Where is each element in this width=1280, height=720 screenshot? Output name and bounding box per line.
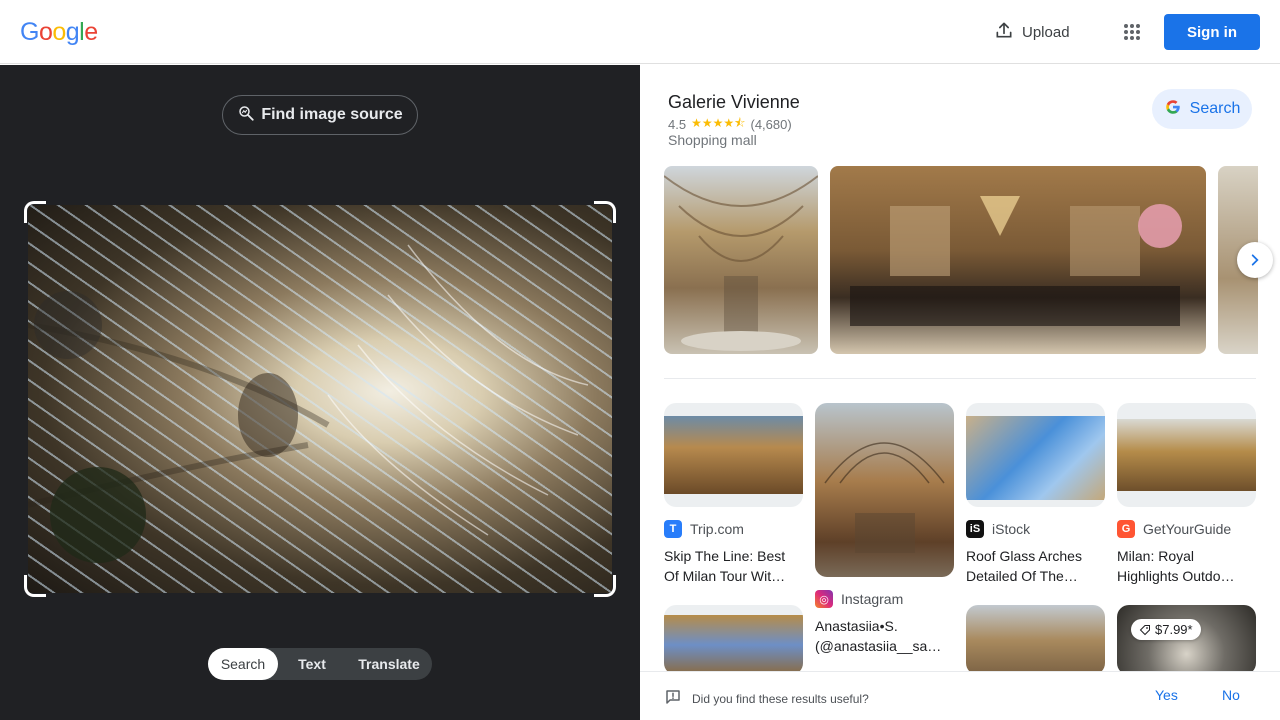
result-source: ◎ Instagram [815,590,954,608]
visual-match-card[interactable]: $7.99* [1117,605,1256,675]
find-image-source-button[interactable]: Find image source [222,95,418,135]
title-line: Detailed Of The… [966,568,1078,584]
sign-in-button[interactable]: Sign in [1164,14,1260,50]
title-line: (@anastasiia__sa… [815,638,942,654]
next-photos-button[interactable] [1237,242,1273,278]
place-photo[interactable] [664,166,818,354]
istock-favicon-icon: iS [966,520,984,538]
feedback-no-button[interactable]: No [1222,687,1240,703]
apps-grid-icon[interactable] [1114,14,1150,50]
feedback-icon [664,688,682,709]
visual-match-card[interactable]: iS iStock Roof Glass Arches Detailed Of … [966,403,1105,586]
price-text: $7.99* [1155,622,1193,637]
source-name: Instagram [841,591,904,607]
source-name: Trip.com [690,521,744,537]
results-panel: Galerie Vivienne 4.5 ★★★★⯪ (4,680) Shopp… [640,65,1280,720]
crop-selection[interactable] [24,201,616,597]
google-g-icon [1164,98,1182,121]
logo-letter: o [38,18,53,46]
crop-corner-handle[interactable] [24,201,46,223]
title-line: Of Milan Tour Wit… [664,568,786,584]
result-thumbnail [664,403,803,507]
instagram-favicon-icon: ◎ [815,590,833,608]
visual-match-card[interactable]: ◎ Instagram Anastasiia•S. (@anastasiia__… [815,403,954,656]
mode-switcher: Search Text Translate [208,648,432,680]
upload-button[interactable]: Upload [984,14,1080,50]
result-title: Skip The Line: Best Of Milan Tour Wit… [664,546,803,586]
uploaded-photo [28,205,612,593]
result-thumbnail [664,605,803,675]
tab-text[interactable]: Text [278,648,346,680]
feedback-question-text: Did you find these results useful? [692,691,869,706]
feedback-yes-button[interactable]: Yes [1155,687,1178,703]
result-thumbnail [966,605,1105,675]
price-badge: $7.99* [1131,619,1201,640]
chevron-right-icon [1251,254,1259,266]
logo-letter: o [52,18,66,46]
feedback-question: Did you find these results useful? [664,688,869,709]
rating-value: 4.5 [668,117,687,132]
upload-label: Upload [1022,23,1070,41]
result-thumbnail [815,403,954,577]
title-line: Roof Glass Arches [966,548,1082,564]
result-thumbnail: $7.99* [1117,605,1256,675]
crop-corner-handle[interactable] [594,201,616,223]
title-line: Highlights Outdo… [1117,568,1235,584]
title-line: Skip The Line: Best [664,548,786,564]
trip-favicon-icon: T [664,520,682,538]
visual-match-card[interactable] [664,605,803,675]
visual-match-card[interactable]: T Trip.com Skip The Line: Best Of Milan … [664,403,803,586]
google-logo[interactable]: Google [20,18,98,47]
crop-corner-handle[interactable] [594,575,616,597]
logo-letter: g [65,18,80,46]
result-title: Anastasiia•S. (@anastasiia__sa… [815,616,954,656]
result-source: G GetYourGuide [1117,520,1256,538]
source-name: GetYourGuide [1143,521,1232,537]
logo-letter: G [20,18,39,46]
result-source: T Trip.com [664,520,803,538]
google-search-label: Search [1189,100,1241,117]
image-search-icon [237,104,255,127]
tab-translate[interactable]: Translate [346,648,432,680]
result-title: Roof Glass Arches Detailed Of The… [966,546,1105,586]
feedback-bar: Did you find these results useful? Yes N… [640,671,1280,720]
upload-icon [994,20,1014,44]
find-image-source-label: Find image source [261,106,403,123]
place-category: Shopping mall [668,132,757,148]
section-divider [664,378,1256,379]
image-panel: Find image source Search Text Translate [0,65,640,720]
tag-icon [1139,624,1150,635]
crop-corner-handle[interactable] [24,575,46,597]
review-count[interactable]: (4,680) [750,117,791,132]
title-line: Anastasiia•S. [815,618,898,634]
tab-search[interactable]: Search [208,648,278,680]
visual-match-card[interactable]: G GetYourGuide Milan: Royal Highlights O… [1117,403,1256,586]
result-thumbnail [966,403,1105,507]
place-title[interactable]: Galerie Vivienne [668,92,800,113]
source-name: iStock [992,521,1031,537]
place-photo[interactable] [830,166,1206,354]
logo-letter: e [84,18,98,46]
result-source: iS iStock [966,520,1105,538]
result-title: Milan: Royal Highlights Outdo… [1117,546,1256,586]
getyourguide-favicon-icon: G [1117,520,1135,538]
visual-match-card[interactable] [966,605,1105,675]
google-search-button[interactable]: Search [1152,89,1252,129]
title-line: Milan: Royal [1117,548,1195,564]
top-header: Google Upload Sign in [0,0,1280,64]
result-thumbnail [1117,403,1256,507]
